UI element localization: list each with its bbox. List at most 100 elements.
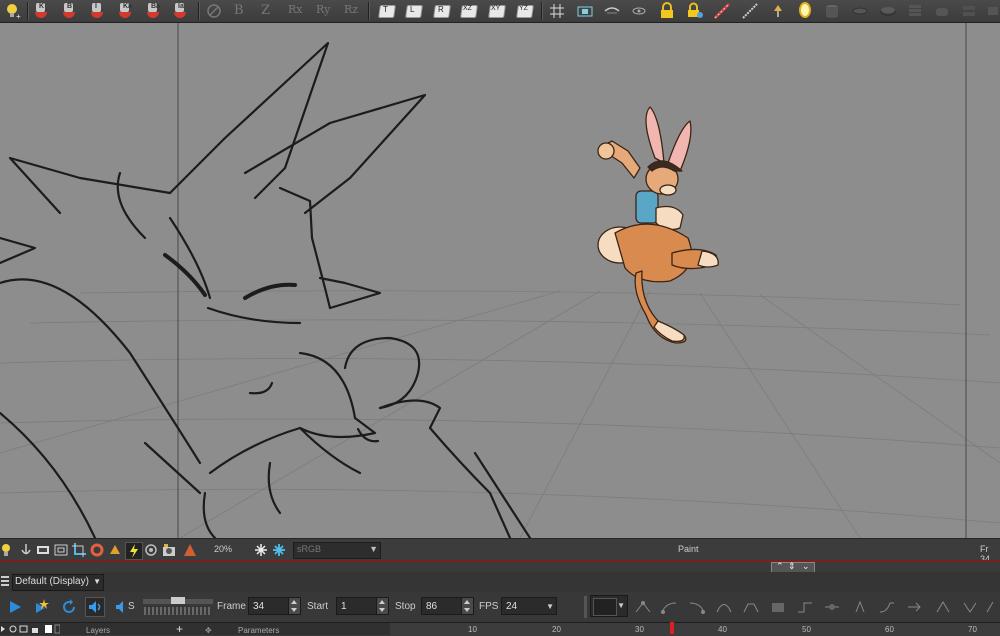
camera-left-view-button[interactable]: L — [404, 2, 423, 20]
mirror-icon[interactable] — [796, 2, 814, 20]
keyframe-extra-icon[interactable] — [961, 599, 979, 615]
chevron-up-down-icon[interactable]: ⇕ — [788, 561, 796, 572]
layer-toggle-icons[interactable] — [0, 624, 60, 634]
keyframe-mode-icon[interactable] — [934, 599, 952, 615]
spin-arrows-icon[interactable] — [461, 598, 473, 614]
interpolation-ease-out-icon[interactable] — [688, 599, 706, 615]
extra-tool-icon[interactable] — [986, 2, 1000, 20]
safe-area-icon[interactable] — [576, 2, 594, 20]
brush-k-tool[interactable]: K — [32, 2, 50, 20]
panel-divider[interactable] — [0, 560, 1000, 562]
onion-skin-icon[interactable] — [603, 2, 621, 20]
keyframe-jump-icon[interactable] — [878, 599, 896, 615]
playhead[interactable] — [670, 622, 674, 634]
no-symbol-icon[interactable] — [205, 2, 223, 20]
bunny-character — [597, 106, 719, 344]
ghost-z-tool[interactable]: Z — [258, 2, 276, 20]
view-mode-select[interactable]: Default (Display) ▼ — [12, 574, 104, 591]
keyframe-lock-icon[interactable] — [851, 599, 869, 615]
ghost-b-tool[interactable]: B — [231, 2, 249, 20]
keyframe-color-select[interactable]: ▼ — [590, 595, 628, 617]
frame-ruler[interactable]: 10 20 30 40 50 60 70 — [390, 623, 1000, 635]
add-light-icon[interactable]: + — [4, 2, 22, 21]
play-button[interactable] — [5, 597, 25, 617]
eye-icon[interactable] — [630, 2, 648, 20]
lightning-icon[interactable] — [125, 542, 143, 560]
color-wheel-icon[interactable] — [89, 542, 105, 558]
ghost-ry-tool[interactable]: Ry — [313, 2, 331, 20]
disc-icon[interactable] — [851, 2, 869, 20]
start-label: Start — [307, 601, 329, 612]
toolbar-grip[interactable] — [584, 596, 587, 618]
interpolation-linear-icon[interactable] — [634, 599, 652, 615]
chevron-up-icon[interactable]: ⌃ — [776, 561, 784, 572]
spin-arrows-icon[interactable] — [376, 598, 388, 614]
ruler-tick: 20 — [552, 625, 561, 634]
lock-camera-icon[interactable] — [686, 2, 704, 20]
camera-xy-view-button[interactable]: XY — [487, 2, 506, 20]
zoom-level[interactable]: 20% — [214, 544, 232, 554]
brush-ba-tool[interactable]: Ba — [144, 2, 162, 20]
bone-ruler-icon[interactable] — [713, 2, 731, 20]
camera-right-view-button[interactable]: R — [432, 2, 451, 20]
interpolation-step-icon[interactable] — [796, 599, 814, 615]
camera-top-view-button[interactable]: T — [377, 2, 396, 20]
light-bulb-icon[interactable] — [0, 542, 16, 558]
layer-stack-icon[interactable] — [960, 2, 978, 20]
lamp-icon[interactable] — [769, 2, 787, 20]
viewport-status-bar: 20% sRGB ▼ Paint Fr 34 — [0, 538, 1000, 564]
stop-label: Stop — [395, 601, 416, 612]
ruler-icon[interactable] — [741, 2, 759, 20]
color-space-select[interactable]: sRGB ▼ — [293, 542, 381, 559]
safe-frame-icon[interactable] — [53, 542, 69, 558]
sun-lamp-icon[interactable] — [107, 542, 123, 558]
stack-icon[interactable] — [906, 2, 924, 20]
ghost-rz-tool[interactable]: Rz — [341, 2, 359, 20]
crop-icon[interactable] — [71, 542, 87, 558]
brush-i-tool[interactable]: I — [88, 2, 106, 20]
fps-select[interactable]: 24 ▼ — [501, 597, 557, 615]
frame-spinbox[interactable]: 34 — [248, 597, 301, 615]
playback-speed-slider[interactable] — [143, 596, 213, 616]
keyframe-more-icon[interactable] — [985, 599, 1000, 615]
ruler-tick: 50 — [802, 625, 811, 634]
brush-ka-tool[interactable]: Ka — [116, 2, 134, 20]
cylinder-icon[interactable] — [823, 2, 841, 20]
camera-yz-view-button[interactable]: YZ — [515, 2, 534, 20]
plate-icon[interactable] — [879, 2, 897, 20]
interpolation-tcb-icon[interactable] — [823, 599, 841, 615]
brush-b-tool[interactable]: B — [60, 2, 78, 20]
snowflake-icon[interactable] — [253, 542, 269, 558]
sound-button[interactable] — [85, 597, 105, 617]
frame-label: Frame — [217, 601, 246, 612]
lock-icon[interactable] — [658, 2, 676, 20]
chevron-down-icon: ▼ — [546, 602, 554, 611]
loop-button[interactable] — [59, 597, 79, 617]
interpolation-ease-icon[interactable] — [715, 599, 733, 615]
display-icon[interactable] — [35, 542, 51, 558]
shape-icon[interactable] — [933, 2, 951, 20]
sound-scrub-button[interactable]: S — [114, 597, 138, 617]
interpolation-clamped-icon[interactable] — [742, 599, 760, 615]
play-selected-button[interactable] — [32, 597, 52, 617]
anchor-icon[interactable] — [18, 542, 34, 558]
ghost-rx-tool[interactable]: Rx — [285, 2, 303, 20]
brush-ia-tool[interactable]: Ia — [171, 2, 189, 20]
camera-xz-view-button[interactable]: XZ — [459, 2, 478, 20]
grid-icon[interactable] — [548, 2, 566, 20]
spin-arrows-icon[interactable] — [288, 598, 300, 614]
interpolation-ease-in-icon[interactable] — [660, 599, 678, 615]
warning-icon[interactable] — [182, 542, 198, 558]
refresh-settings-icon[interactable] — [143, 542, 159, 558]
canvas-viewport[interactable] — [0, 23, 1000, 538]
start-spinbox[interactable]: 1 — [336, 597, 389, 615]
interpolation-constant-icon[interactable] — [769, 599, 787, 615]
menu-icon[interactable] — [1, 576, 9, 586]
stop-spinbox[interactable]: 86 — [421, 597, 474, 615]
camera-snapshot-icon[interactable] — [161, 542, 177, 558]
character-sketch — [0, 41, 532, 538]
snowflake-blue-icon[interactable] — [271, 542, 287, 558]
layers-panel-header: Layers + ✥ Parameters 10 20 30 40 50 60 … — [0, 622, 1000, 636]
chevron-down-icon[interactable]: ⌄ — [802, 561, 810, 572]
keyframe-forward-icon[interactable] — [906, 599, 924, 615]
